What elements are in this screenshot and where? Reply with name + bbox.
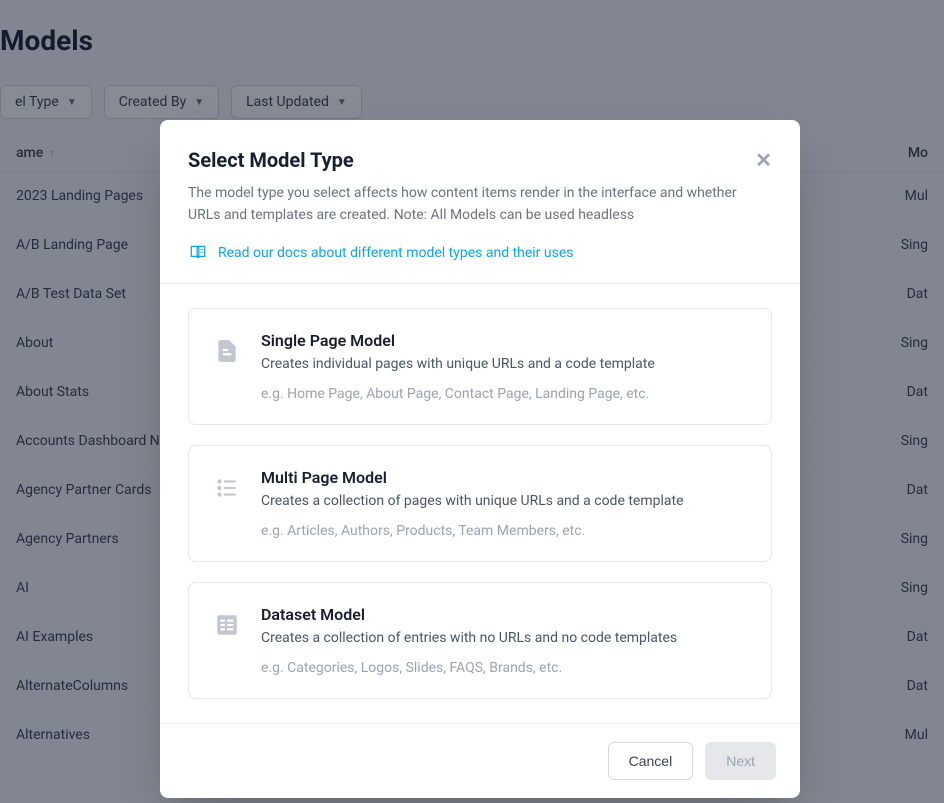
model-type-option[interactable]: Multi Page Model Creates a collection of … (188, 445, 772, 562)
option-subtitle: Creates individual pages with unique URL… (261, 356, 747, 372)
model-type-option[interactable]: Dataset Model Creates a collection of ent… (188, 582, 772, 699)
modal-title: Select Model Type (188, 148, 354, 172)
option-hint: e.g. Articles, Authors, Products, Team M… (261, 523, 747, 539)
option-subtitle: Creates a collection of entries with no … (261, 630, 747, 646)
select-model-type-modal: Select Model Type ✕ The model type you s… (160, 120, 800, 798)
close-icon[interactable]: ✕ (755, 150, 772, 170)
next-button[interactable]: Next (705, 742, 776, 780)
option-title: Multi Page Model (261, 468, 747, 487)
cancel-button[interactable]: Cancel (608, 742, 694, 780)
option-hint: e.g. Home Page, About Page, Contact Page… (261, 386, 747, 402)
option-subtitle: Creates a collection of pages with uniqu… (261, 493, 747, 509)
docs-link-row: Read our docs about different model type… (188, 243, 772, 263)
model-type-option[interactable]: Single Page Model Creates individual page… (188, 308, 772, 425)
option-title: Single Page Model (261, 331, 747, 350)
modal-description: The model type you select affects how co… (188, 182, 772, 227)
list-icon (213, 474, 241, 502)
book-icon (188, 243, 208, 263)
docs-link[interactable]: Read our docs about different model type… (218, 245, 574, 261)
option-title: Dataset Model (261, 605, 747, 624)
file-icon (213, 337, 241, 365)
table-icon (213, 611, 241, 639)
option-hint: e.g. Categories, Logos, Slides, FAQS, Br… (261, 660, 747, 676)
